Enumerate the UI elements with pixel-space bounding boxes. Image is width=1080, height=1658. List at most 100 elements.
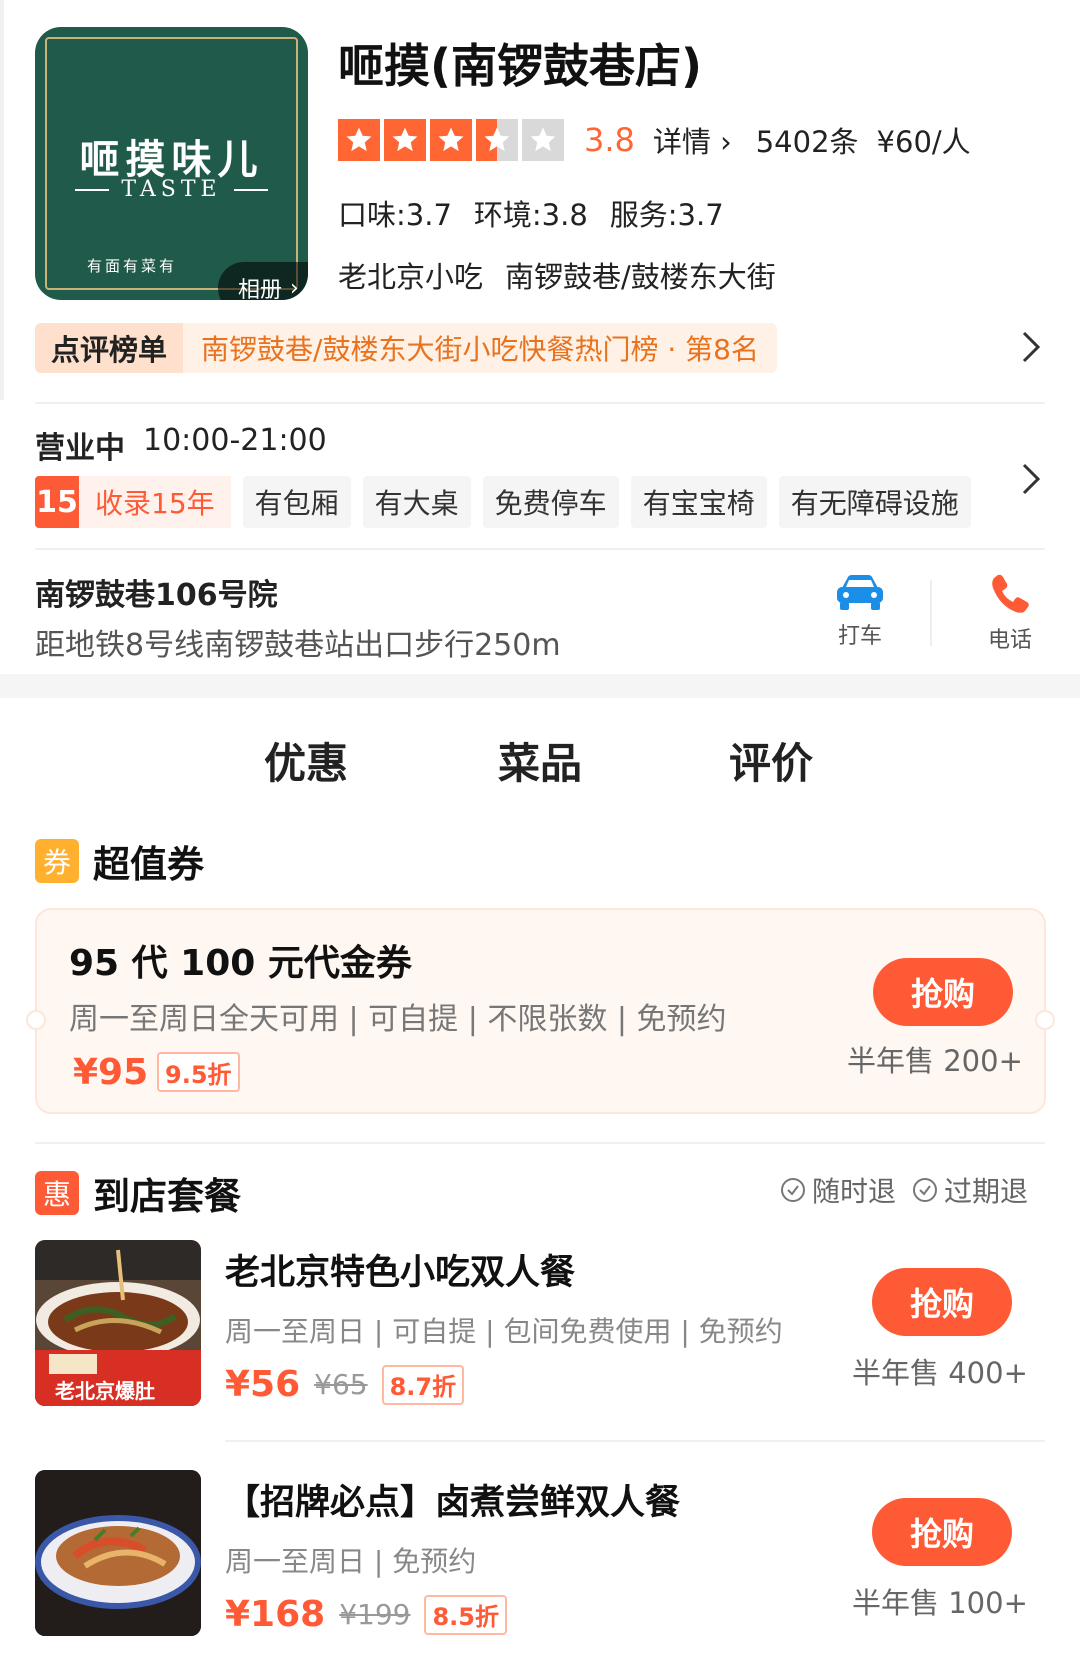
deal-image[interactable]: 老北京爆肚 xyxy=(35,1240,201,1406)
divider xyxy=(35,1142,1045,1144)
chevron-right-icon[interactable] xyxy=(1020,330,1042,364)
shop-name: 咂摸(南锣鼓巷店) xyxy=(338,39,703,93)
section-title: 超值券 xyxy=(93,843,204,886)
category-line: 老北京小吃 南锣鼓巷/鼓楼东大街 xyxy=(338,254,776,296)
rating-row: 3.8 详情 › 5402条 ¥60/人 xyxy=(338,118,971,162)
rating-score: 3.8 xyxy=(584,121,635,159)
card-notch xyxy=(1035,1010,1055,1030)
review-count[interactable]: 5402条 xyxy=(756,119,859,161)
years-badge: 15 收录15年 xyxy=(35,476,231,528)
check-circle-icon xyxy=(913,1178,938,1202)
shop-logo[interactable]: 咂摸味儿 TASTE 有面有菜有 相册 › xyxy=(35,27,308,300)
facility-tag: 有大桌 xyxy=(362,476,471,528)
tab-active-indicator xyxy=(264,787,349,799)
chevron-right-icon: › xyxy=(290,275,299,301)
half-star-icon xyxy=(476,119,518,161)
voucher-rules: 周一至周日全天可用 | 可自提 | 不限张数 | 免预约 xyxy=(69,1002,727,1037)
facility-tag: 有包厢 xyxy=(242,476,351,528)
sold-count: 半年售 100+ xyxy=(852,1586,1028,1620)
open-time: 10:00-21:00 xyxy=(143,423,327,458)
discount-badge: 8.7折 xyxy=(381,1364,465,1405)
deal-price-row: ¥56 ¥65 8.7折 xyxy=(225,1364,465,1405)
taxi-button[interactable]: 打车 xyxy=(820,572,900,650)
coupon-icon: 券 xyxy=(35,839,79,883)
star-icon xyxy=(338,119,380,161)
deal-title[interactable]: 【招牌必点】卤煮尝鲜双人餐 xyxy=(225,1474,680,1525)
original-price: ¥65 xyxy=(314,1368,368,1401)
check-circle-icon xyxy=(781,1178,805,1202)
business-hours: 营业中 10:00-21:00 xyxy=(35,423,327,467)
svg-text:老北京爆肚: 老北京爆肚 xyxy=(55,1379,155,1403)
divider xyxy=(225,1440,1045,1442)
chevron-right-icon[interactable] xyxy=(1020,462,1042,496)
deal-price: ¥168 xyxy=(225,1594,326,1635)
card-notch xyxy=(26,1010,46,1030)
taste-score: 口味:3.7 xyxy=(338,198,452,232)
buy-button[interactable]: 抢购 xyxy=(872,1268,1012,1336)
years-number: 15 xyxy=(35,476,79,528)
sold-count: 半年售 200+ xyxy=(847,1044,1023,1078)
tab-deals[interactable]: 优惠 xyxy=(264,730,349,799)
deal-title[interactable]: 老北京特色小吃双人餐 xyxy=(225,1244,575,1295)
facility-tags[interactable]: 15 收录15年 有包厢 有大桌 免费停车 有宝宝椅 有无障碍设施 xyxy=(35,476,971,528)
call-label: 电话 xyxy=(987,628,1032,653)
car-icon xyxy=(837,575,883,610)
tab-bar: 优惠 菜品 评价 xyxy=(0,730,1080,800)
voucher-card[interactable]: 95 代 100 元代金券 周一至周日全天可用 | 可自提 | 不限张数 | 免… xyxy=(26,908,1055,1114)
discount-badge: 8.5折 xyxy=(424,1594,507,1635)
ranking-label: 点评榜单 xyxy=(35,323,184,373)
buy-button[interactable]: 抢购 xyxy=(872,1498,1012,1566)
shop-category: 老北京小吃 xyxy=(338,260,484,294)
environment-score: 环境:3.8 xyxy=(473,198,588,232)
deal-image[interactable] xyxy=(35,1470,201,1636)
call-button[interactable]: 电话 xyxy=(970,572,1050,654)
refund-tag: 随时退 xyxy=(780,1170,896,1210)
logo-subtitle: TASTE xyxy=(35,177,308,202)
page-edge-rule xyxy=(0,0,4,400)
voucher-price: ¥95 xyxy=(73,1052,149,1093)
deal-price-row: ¥168 ¥199 8.5折 xyxy=(225,1594,507,1635)
divider xyxy=(35,548,1045,550)
deal-icon: 惠 xyxy=(35,1171,79,1215)
deal-rules: 周一至周日 | 免预约 xyxy=(225,1545,477,1578)
section-title: 到店套餐 xyxy=(93,1175,241,1218)
package-section-header: 惠 到店套餐 xyxy=(35,1166,241,1220)
rating-detail-link[interactable]: 详情 › xyxy=(653,119,732,161)
album-button[interactable]: 相册 › xyxy=(218,262,308,300)
refund-tag: 过期退 xyxy=(912,1170,1028,1210)
empty-star-icon xyxy=(522,119,564,161)
open-status: 营业中 xyxy=(35,431,125,466)
album-label: 相册 xyxy=(238,278,283,300)
buy-button[interactable]: 抢购 xyxy=(873,958,1013,1026)
facility-tag: 免费停车 xyxy=(482,476,619,528)
sub-scores: 口味:3.7 环境:3.8 服务:3.7 xyxy=(338,192,724,234)
discount-badge: 9.5折 xyxy=(157,1052,240,1092)
original-price: ¥199 xyxy=(339,1598,411,1631)
deal-price: ¥56 xyxy=(225,1364,301,1405)
facility-tag: 有无障碍设施 xyxy=(778,476,971,528)
years-text: 收录15年 xyxy=(79,476,231,528)
metro-distance: 距地铁8号线南锣鼓巷站出口步行250m xyxy=(35,628,561,663)
divider xyxy=(930,580,932,646)
divider xyxy=(35,402,1045,404)
star-icon xyxy=(384,119,426,161)
ranking-badge[interactable]: 点评榜单 南锣鼓巷/鼓楼东大街小吃快餐热门榜 · 第8名 xyxy=(35,323,777,373)
voucher-section-header: 券 超值券 xyxy=(35,834,204,888)
refund-tags: 随时退 过期退 xyxy=(780,1170,1028,1210)
facility-tag: 有宝宝椅 xyxy=(630,476,767,528)
ranking-text: 南锣鼓巷/鼓楼东大街小吃快餐热门榜 · 第8名 xyxy=(183,323,777,373)
star-icon xyxy=(430,119,472,161)
section-gap xyxy=(0,674,1080,698)
chevron-right-icon: › xyxy=(720,125,732,159)
food-bowl-image xyxy=(35,1470,201,1636)
deal-rules: 周一至周日 | 可自提 | 包间免费使用 | 免预约 xyxy=(225,1315,783,1348)
logo-slogan: 有面有菜有 xyxy=(87,257,178,275)
tab-reviews[interactable]: 评价 xyxy=(729,730,813,791)
shop-area: 南锣鼓巷/鼓楼东大街 xyxy=(505,260,776,294)
taxi-label: 打车 xyxy=(837,624,882,649)
shop-address[interactable]: 南锣鼓巷106号院 xyxy=(35,570,278,614)
food-bowl-image: 老北京爆肚 xyxy=(35,1240,201,1406)
tab-dishes[interactable]: 菜品 xyxy=(498,730,582,791)
sold-count: 半年售 400+ xyxy=(852,1356,1028,1390)
service-score: 服务:3.7 xyxy=(609,198,724,232)
